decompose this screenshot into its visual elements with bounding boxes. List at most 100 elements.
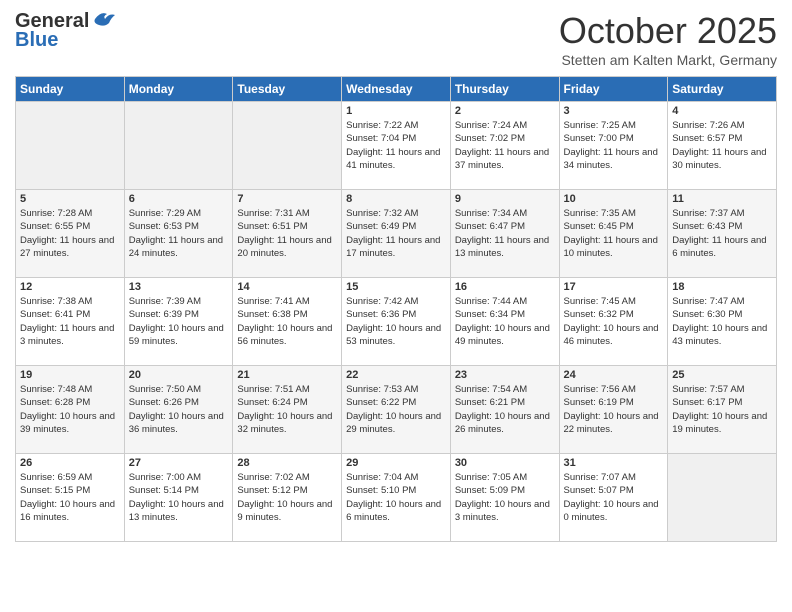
sunset-text: Sunset: 5:12 PM	[237, 484, 337, 497]
day-info: Sunrise: 7:48 AMSunset: 6:28 PMDaylight:…	[20, 383, 120, 436]
daylight-text: Daylight: 10 hours and 26 minutes.	[455, 410, 555, 437]
day-number: 14	[237, 281, 337, 293]
calendar-cell: 7Sunrise: 7:31 AMSunset: 6:51 PMDaylight…	[233, 190, 342, 278]
weekday-header-saturday: Saturday	[668, 77, 777, 102]
week-row-5: 26Sunrise: 6:59 AMSunset: 5:15 PMDayligh…	[16, 454, 777, 542]
calendar-cell	[16, 102, 125, 190]
day-number: 28	[237, 457, 337, 469]
day-number: 29	[346, 457, 446, 469]
sunset-text: Sunset: 5:09 PM	[455, 484, 555, 497]
sunset-text: Sunset: 6:36 PM	[346, 308, 446, 321]
day-number: 27	[129, 457, 229, 469]
daylight-text: Daylight: 10 hours and 0 minutes.	[564, 498, 664, 525]
sunset-text: Sunset: 6:26 PM	[129, 396, 229, 409]
sunset-text: Sunset: 7:00 PM	[564, 132, 664, 145]
sunrise-text: Sunrise: 7:24 AM	[455, 119, 555, 132]
sunset-text: Sunset: 7:02 PM	[455, 132, 555, 145]
day-info: Sunrise: 7:39 AMSunset: 6:39 PMDaylight:…	[129, 295, 229, 348]
calendar-cell: 8Sunrise: 7:32 AMSunset: 6:49 PMDaylight…	[342, 190, 451, 278]
day-info: Sunrise: 7:44 AMSunset: 6:34 PMDaylight:…	[455, 295, 555, 348]
sunset-text: Sunset: 6:38 PM	[237, 308, 337, 321]
weekday-header-wednesday: Wednesday	[342, 77, 451, 102]
weekday-header-thursday: Thursday	[450, 77, 559, 102]
week-row-3: 12Sunrise: 7:38 AMSunset: 6:41 PMDayligh…	[16, 278, 777, 366]
sunset-text: Sunset: 5:07 PM	[564, 484, 664, 497]
day-info: Sunrise: 7:26 AMSunset: 6:57 PMDaylight:…	[672, 119, 772, 172]
daylight-text: Daylight: 11 hours and 17 minutes.	[346, 234, 446, 261]
daylight-text: Daylight: 10 hours and 29 minutes.	[346, 410, 446, 437]
sunrise-text: Sunrise: 7:25 AM	[564, 119, 664, 132]
sunrise-text: Sunrise: 7:31 AM	[237, 207, 337, 220]
day-info: Sunrise: 7:35 AMSunset: 6:45 PMDaylight:…	[564, 207, 664, 260]
day-number: 16	[455, 281, 555, 293]
day-info: Sunrise: 7:00 AMSunset: 5:14 PMDaylight:…	[129, 471, 229, 524]
sunset-text: Sunset: 6:17 PM	[672, 396, 772, 409]
sunrise-text: Sunrise: 7:45 AM	[564, 295, 664, 308]
day-number: 21	[237, 369, 337, 381]
sunrise-text: Sunrise: 7:04 AM	[346, 471, 446, 484]
calendar-cell: 20 Sunrise: 7:50 AMSunset: 6:26 PMDayligh…	[124, 366, 233, 454]
day-number: 4	[672, 105, 772, 117]
daylight-text: Daylight: 11 hours and 6 minutes.	[672, 234, 772, 261]
sunrise-text: Sunrise: 7:28 AM	[20, 207, 120, 220]
location: Stetten am Kalten Markt, Germany	[559, 52, 777, 68]
sunset-text: Sunset: 6:57 PM	[672, 132, 772, 145]
sunset-text: Sunset: 5:14 PM	[129, 484, 229, 497]
daylight-text: Daylight: 10 hours and 36 minutes.	[129, 410, 229, 437]
day-number: 15	[346, 281, 446, 293]
calendar-cell: 6Sunrise: 7:29 AMSunset: 6:53 PMDaylight…	[124, 190, 233, 278]
daylight-text: Daylight: 11 hours and 3 minutes.	[20, 322, 120, 349]
sunrise-text: Sunrise: 7:02 AM	[237, 471, 337, 484]
sunset-text: Sunset: 6:22 PM	[346, 396, 446, 409]
calendar-cell: 12Sunrise: 7:38 AMSunset: 6:41 PMDayligh…	[16, 278, 125, 366]
daylight-text: Daylight: 11 hours and 27 minutes.	[20, 234, 120, 261]
logo-bird-icon	[93, 9, 115, 27]
sunrise-text: Sunrise: 6:59 AM	[20, 471, 120, 484]
sunrise-text: Sunrise: 7:42 AM	[346, 295, 446, 308]
daylight-text: Daylight: 10 hours and 22 minutes.	[564, 410, 664, 437]
sunset-text: Sunset: 6:34 PM	[455, 308, 555, 321]
sunrise-text: Sunrise: 7:35 AM	[564, 207, 664, 220]
title-block: October 2025 Stetten am Kalten Markt, Ge…	[559, 10, 777, 68]
sunrise-text: Sunrise: 7:51 AM	[237, 383, 337, 396]
day-number: 8	[346, 193, 446, 205]
calendar-cell: 19Sunrise: 7:48 AMSunset: 6:28 PMDayligh…	[16, 366, 125, 454]
day-number: 20	[129, 369, 229, 381]
day-number: 5	[20, 193, 120, 205]
sunset-text: Sunset: 6:39 PM	[129, 308, 229, 321]
day-info: Sunrise: 7:54 AMSunset: 6:21 PMDaylight:…	[455, 383, 555, 436]
calendar-table: SundayMondayTuesdayWednesdayThursdayFrid…	[15, 76, 777, 542]
sunrise-text: Sunrise: 7:05 AM	[455, 471, 555, 484]
daylight-text: Daylight: 10 hours and 32 minutes.	[237, 410, 337, 437]
sunrise-text: Sunrise: 7:00 AM	[129, 471, 229, 484]
sunset-text: Sunset: 5:10 PM	[346, 484, 446, 497]
weekday-header-friday: Friday	[559, 77, 668, 102]
weekday-header-sunday: Sunday	[16, 77, 125, 102]
day-info: Sunrise: 7:53 AMSunset: 6:22 PMDaylight:…	[346, 383, 446, 436]
daylight-text: Daylight: 11 hours and 34 minutes.	[564, 146, 664, 173]
calendar-cell	[124, 102, 233, 190]
sunrise-text: Sunrise: 7:57 AM	[672, 383, 772, 396]
sunset-text: Sunset: 6:41 PM	[20, 308, 120, 321]
calendar-cell: 24Sunrise: 7:56 AMSunset: 6:19 PMDayligh…	[559, 366, 668, 454]
calendar-cell: 1Sunrise: 7:22 AMSunset: 7:04 PMDaylight…	[342, 102, 451, 190]
daylight-text: Daylight: 11 hours and 30 minutes.	[672, 146, 772, 173]
sunset-text: Sunset: 6:53 PM	[129, 220, 229, 233]
sunrise-text: Sunrise: 7:44 AM	[455, 295, 555, 308]
day-number: 1	[346, 105, 446, 117]
day-number: 13	[129, 281, 229, 293]
day-number: 17	[564, 281, 664, 293]
month-title: October 2025	[559, 10, 777, 52]
day-info: Sunrise: 7:25 AMSunset: 7:00 PMDaylight:…	[564, 119, 664, 172]
logo-blue: Blue	[15, 29, 58, 52]
sunrise-text: Sunrise: 7:50 AM	[129, 383, 229, 396]
calendar-cell	[233, 102, 342, 190]
calendar-cell: 25Sunrise: 7:57 AMSunset: 6:17 PMDayligh…	[668, 366, 777, 454]
calendar-cell: 3Sunrise: 7:25 AMSunset: 7:00 PMDaylight…	[559, 102, 668, 190]
daylight-text: Daylight: 10 hours and 39 minutes.	[20, 410, 120, 437]
day-number: 30	[455, 457, 555, 469]
sunrise-text: Sunrise: 7:26 AM	[672, 119, 772, 132]
sunset-text: Sunset: 6:49 PM	[346, 220, 446, 233]
day-number: 18	[672, 281, 772, 293]
day-info: Sunrise: 7:42 AMSunset: 6:36 PMDaylight:…	[346, 295, 446, 348]
